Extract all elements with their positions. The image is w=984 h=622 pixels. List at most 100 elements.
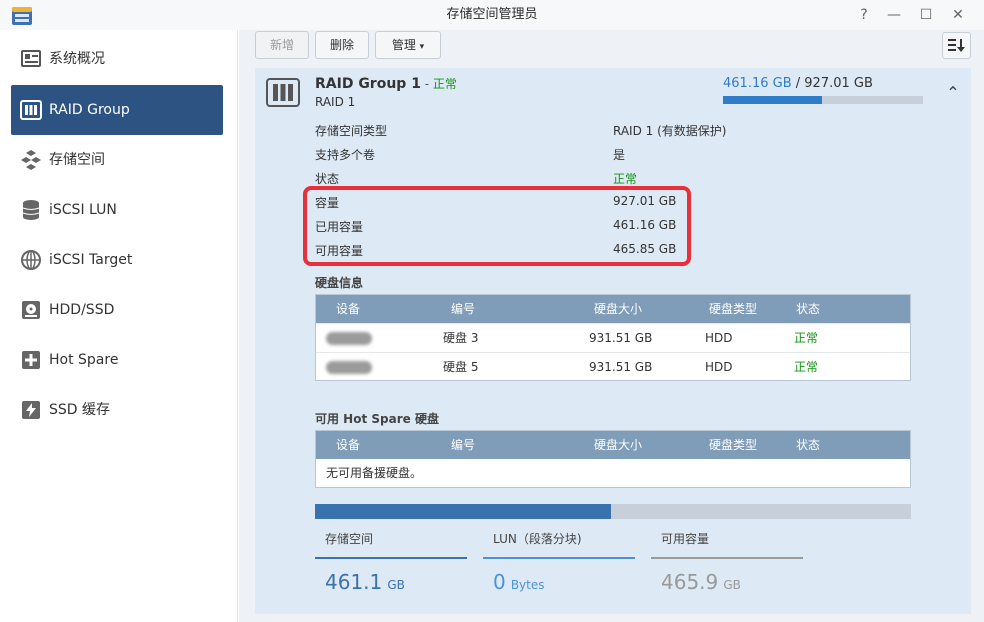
sort-icon bbox=[948, 39, 965, 52]
sidebar-item-label: 存储空间 bbox=[49, 152, 105, 168]
chevron-down-icon: ▾ bbox=[419, 42, 425, 52]
stat-value: 465.9 bbox=[661, 570, 719, 594]
usage-summary: 461.16 GB / 927.01 GB bbox=[723, 76, 873, 91]
sidebar-item-iscsi-target[interactable]: iSCSI Target bbox=[11, 235, 223, 285]
raid-status: 正常 bbox=[432, 77, 457, 91]
hdd-ssd-icon bbox=[22, 301, 40, 319]
detail-label: 状态 bbox=[315, 172, 340, 186]
column-header[interactable]: 状态 bbox=[796, 431, 820, 459]
overview-icon bbox=[21, 50, 41, 67]
sidebar-item-overview[interactable]: 系统概况 bbox=[11, 34, 223, 84]
detail-value: RAID 1 (有数据保护) bbox=[613, 124, 727, 138]
table-row[interactable]: 硬盘 3 931.51 GB HDD 正常 bbox=[316, 323, 910, 352]
ssd-cache-icon bbox=[22, 401, 40, 419]
minimize-button[interactable]: — bbox=[883, 4, 905, 26]
window-title: 存储空间管理员 bbox=[446, 7, 538, 22]
raid-group-icon bbox=[20, 100, 42, 120]
stat-divider bbox=[483, 557, 635, 559]
status-separator: - bbox=[420, 77, 433, 91]
collapse-icon[interactable]: ⌃ bbox=[942, 82, 964, 104]
column-header[interactable]: 设备 bbox=[336, 431, 360, 459]
disk-number: 硬盘 5 bbox=[443, 360, 479, 374]
stat-storage-space: 461.1 GB bbox=[325, 570, 405, 594]
column-header[interactable]: 设备 bbox=[336, 295, 360, 323]
usage-bar-fill bbox=[723, 96, 823, 104]
manage-label: 管理 bbox=[391, 38, 416, 52]
raid-group-header: RAID Group 1 - 正常 bbox=[315, 74, 457, 92]
allocation-bar-fill bbox=[315, 504, 612, 519]
close-button[interactable]: ✕ bbox=[947, 4, 969, 26]
empty-message: 无可用备援硬盘。 bbox=[326, 466, 423, 480]
detail-label: 支持多个卷 bbox=[315, 148, 376, 162]
usage-total: 927.01 GB bbox=[804, 76, 873, 91]
usage-bar bbox=[723, 96, 923, 104]
redacted-device bbox=[326, 332, 372, 345]
stat-available: 465.9 GB bbox=[661, 570, 741, 594]
disk-size: 931.51 GB bbox=[589, 331, 653, 345]
column-header[interactable]: 硬盘类型 bbox=[709, 431, 757, 459]
stat-divider bbox=[651, 557, 803, 559]
detail-label: 存储空间类型 bbox=[315, 124, 388, 138]
table-empty-row: 无可用备援硬盘。 bbox=[316, 459, 910, 488]
sidebar-item-label: HDD/SSD bbox=[49, 302, 115, 318]
delete-button[interactable]: 删除 bbox=[315, 31, 369, 59]
sidebar-item-label: Hot Spare bbox=[49, 352, 119, 368]
table-header: 设备 编号 硬盘大小 硬盘类型 状态 bbox=[316, 431, 910, 459]
stat-value: 0 bbox=[493, 570, 506, 594]
sidebar-item-label: 系统概况 bbox=[49, 51, 105, 67]
column-header[interactable]: 编号 bbox=[451, 295, 475, 323]
iscsi-lun-icon bbox=[22, 200, 40, 220]
stat-label: 存储空间 bbox=[325, 532, 374, 546]
hot-spare-title: 可用 Hot Spare 硬盘 bbox=[315, 412, 439, 426]
sidebar-item-hdd-ssd[interactable]: HDD/SSD bbox=[11, 285, 223, 335]
disk-type: HDD bbox=[705, 331, 733, 345]
stat-label: 可用容量 bbox=[661, 532, 710, 546]
column-header[interactable]: 编号 bbox=[451, 431, 475, 459]
storage-space-icon bbox=[21, 150, 41, 170]
disk-number: 硬盘 3 bbox=[443, 331, 479, 345]
detail-value: 正常 bbox=[613, 172, 638, 186]
stat-unit: GB bbox=[723, 578, 741, 592]
stat-unit: Bytes bbox=[510, 578, 545, 592]
column-header[interactable]: 硬盘类型 bbox=[709, 295, 757, 323]
stat-lun: 0 Bytes bbox=[493, 570, 545, 594]
help-button[interactable]: ? bbox=[853, 4, 875, 26]
sidebar-item-raid-group[interactable]: RAID Group bbox=[11, 85, 223, 135]
stat-value: 461.1 bbox=[325, 570, 383, 594]
sidebar-item-label: RAID Group bbox=[49, 102, 130, 118]
stat-divider bbox=[315, 557, 467, 559]
table-row[interactable]: 硬盘 5 931.51 GB HDD 正常 bbox=[316, 352, 910, 381]
column-header[interactable]: 状态 bbox=[796, 295, 820, 323]
disk-status: 正常 bbox=[794, 360, 819, 374]
disk-type: HDD bbox=[705, 360, 733, 374]
table-header: 设备 编号 硬盘大小 硬盘类型 状态 bbox=[316, 295, 910, 323]
sidebar-item-label: iSCSI Target bbox=[49, 252, 133, 268]
sidebar-item-label: iSCSI LUN bbox=[49, 202, 117, 218]
detail-value: 是 bbox=[613, 148, 626, 162]
manage-dropdown-button[interactable]: 管理 ▾ bbox=[375, 31, 441, 59]
usage-used: 461.16 GB bbox=[723, 76, 792, 91]
raid-group-icon bbox=[266, 78, 300, 107]
create-button[interactable]: 新增 bbox=[255, 31, 309, 59]
maximize-button[interactable]: ☐ bbox=[915, 4, 937, 26]
sidebar-item-iscsi-lun[interactable]: iSCSI LUN bbox=[11, 185, 223, 235]
redacted-device bbox=[326, 361, 372, 374]
sidebar-item-hot-spare[interactable]: Hot Spare bbox=[11, 335, 223, 385]
usage-separator: / bbox=[791, 76, 805, 91]
sidebar-item-storage-space[interactable]: 存储空间 bbox=[11, 135, 223, 185]
disk-size: 931.51 GB bbox=[589, 360, 653, 374]
raid-group-name: RAID Group 1 bbox=[315, 76, 421, 92]
stat-label: LUN（段落分块) bbox=[493, 532, 582, 546]
sidebar-item-ssd-cache[interactable]: SSD 缓存 bbox=[11, 385, 223, 435]
disk-info-table: 设备 编号 硬盘大小 硬盘类型 状态 硬盘 3 931.51 GB HDD 正常… bbox=[315, 294, 911, 381]
sort-button[interactable] bbox=[942, 32, 971, 59]
sidebar-item-label: SSD 缓存 bbox=[49, 402, 111, 418]
hot-spare-table: 设备 编号 硬盘大小 硬盘类型 状态 无可用备援硬盘。 bbox=[315, 430, 911, 488]
column-header[interactable]: 硬盘大小 bbox=[594, 295, 642, 323]
disk-status: 正常 bbox=[794, 331, 819, 345]
column-header[interactable]: 硬盘大小 bbox=[594, 431, 642, 459]
disk-info-title: 硬盘信息 bbox=[315, 276, 364, 290]
stat-unit: GB bbox=[387, 578, 405, 592]
hot-spare-icon bbox=[22, 351, 40, 369]
highlight-box bbox=[303, 186, 691, 266]
